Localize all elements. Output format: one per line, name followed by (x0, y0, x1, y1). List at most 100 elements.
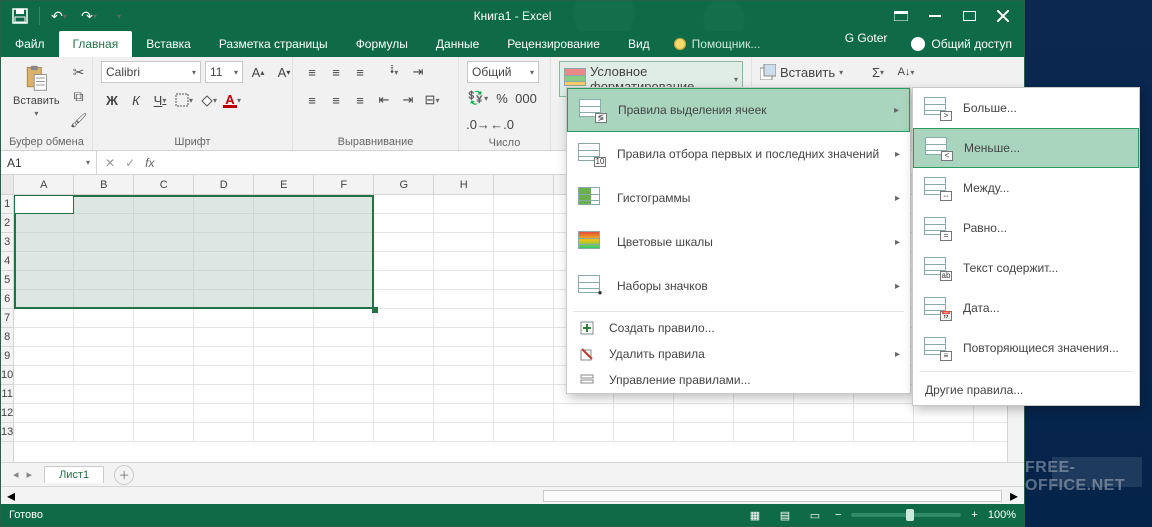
tab-view[interactable]: Вид (614, 31, 664, 57)
cell[interactable] (74, 309, 134, 327)
cell[interactable] (194, 366, 254, 384)
cell[interactable] (854, 423, 914, 441)
cell[interactable] (314, 423, 374, 441)
cell[interactable] (134, 423, 194, 441)
cell[interactable] (494, 271, 554, 289)
cell[interactable] (254, 347, 314, 365)
close-button[interactable] (986, 4, 1020, 28)
menu-more-rules[interactable]: Другие правила... (913, 375, 1139, 405)
row-header[interactable]: 2 (1, 214, 13, 233)
menu-color-scales[interactable]: Цветовые шкалы▸ (567, 220, 910, 264)
cell[interactable] (434, 290, 494, 308)
font-color-button[interactable]: A▾ (221, 89, 243, 111)
cell[interactable] (314, 328, 374, 346)
autosum-icon[interactable]: Σ▾ (867, 61, 889, 83)
cell[interactable] (194, 404, 254, 422)
cell[interactable] (494, 233, 554, 251)
accounting-format-icon[interactable]: 💱▾ (467, 87, 489, 109)
cell[interactable] (254, 309, 314, 327)
cell[interactable] (494, 252, 554, 270)
menu-highlight-cells-rules[interactable]: ≶ Правила выделения ячеек▸ (567, 88, 910, 132)
borders-button[interactable]: ▾ (173, 89, 195, 111)
tell-me[interactable]: Помощник... (664, 31, 771, 57)
column-header[interactable]: B (74, 175, 134, 194)
zoom-out-icon[interactable]: − (835, 509, 841, 521)
cell[interactable] (254, 366, 314, 384)
cell[interactable] (254, 233, 314, 251)
cell[interactable] (14, 271, 74, 289)
column-header[interactable]: A (14, 175, 74, 194)
decrease-decimal-icon[interactable]: ←.0 (491, 113, 513, 135)
account-name[interactable]: G Goter (833, 31, 900, 57)
new-sheet-button[interactable]: ＋ (114, 465, 134, 485)
increase-font-icon[interactable]: A▴ (247, 61, 269, 83)
cell[interactable] (254, 385, 314, 403)
cell[interactable] (134, 404, 194, 422)
zoom-level[interactable]: 100% (988, 509, 1016, 521)
cell[interactable] (314, 271, 374, 289)
cell[interactable] (134, 214, 194, 232)
cell[interactable] (14, 404, 74, 422)
cell[interactable] (494, 385, 554, 403)
fill-color-button[interactable]: ▾ (197, 89, 219, 111)
cell[interactable] (194, 385, 254, 403)
cell[interactable] (494, 347, 554, 365)
cell[interactable] (134, 309, 194, 327)
cell[interactable] (434, 423, 494, 441)
cell[interactable] (374, 290, 434, 308)
cell[interactable] (494, 423, 554, 441)
cell[interactable] (794, 404, 854, 422)
column-header[interactable]: E (254, 175, 314, 194)
cell[interactable] (374, 309, 434, 327)
cell[interactable] (134, 195, 194, 213)
menu-greater-than[interactable]: > Больше... (913, 88, 1139, 128)
column-header[interactable]: F (314, 175, 374, 194)
menu-manage-rules[interactable]: Управление правилами... (567, 367, 910, 393)
cut-icon[interactable]: ✂ (70, 63, 88, 81)
cell[interactable] (254, 195, 314, 213)
cell[interactable] (254, 404, 314, 422)
normal-view-icon[interactable]: ▦ (745, 507, 765, 523)
font-name-combo[interactable]: Calibri▾ (101, 61, 201, 83)
cell[interactable] (494, 366, 554, 384)
menu-between[interactable]: ⇔ Между... (913, 168, 1139, 208)
tab-data[interactable]: Данные (422, 31, 493, 57)
cell[interactable] (74, 347, 134, 365)
menu-icon-sets[interactable]: ● Наборы значков▸ (567, 264, 910, 308)
underline-button[interactable]: Ч▾ (149, 89, 171, 111)
cell[interactable] (494, 328, 554, 346)
menu-less-than[interactable]: < Меньше... (913, 128, 1139, 168)
cell[interactable] (374, 252, 434, 270)
cell[interactable] (674, 423, 734, 441)
merge-center-icon[interactable]: ⊟▾ (421, 89, 443, 111)
decrease-font-icon[interactable]: A▾ (273, 61, 295, 83)
cell[interactable] (194, 252, 254, 270)
cell[interactable] (914, 423, 974, 441)
cell[interactable] (194, 423, 254, 441)
cell[interactable] (194, 195, 254, 213)
cell[interactable] (434, 328, 494, 346)
cell[interactable] (14, 366, 74, 384)
align-bottom-icon[interactable]: ≡ (349, 61, 371, 83)
cell[interactable] (134, 347, 194, 365)
cell[interactable] (194, 309, 254, 327)
cell[interactable] (374, 195, 434, 213)
cell[interactable] (254, 290, 314, 308)
cell[interactable] (314, 347, 374, 365)
bold-button[interactable]: Ж (101, 89, 123, 111)
cell[interactable] (494, 290, 554, 308)
cell[interactable] (494, 404, 554, 422)
cell[interactable] (14, 195, 74, 213)
cell[interactable] (14, 233, 74, 251)
cell[interactable] (74, 252, 134, 270)
tab-review[interactable]: Рецензирование (493, 31, 614, 57)
cell[interactable] (194, 214, 254, 232)
cell[interactable] (14, 328, 74, 346)
cell[interactable] (14, 309, 74, 327)
cell[interactable] (734, 404, 794, 422)
cell[interactable] (914, 404, 974, 422)
number-format-combo[interactable]: Общий▾ (467, 61, 539, 83)
cell[interactable] (434, 404, 494, 422)
row-header[interactable]: 3 (1, 233, 13, 252)
sheet-tab[interactable]: Лист1 (44, 466, 104, 483)
